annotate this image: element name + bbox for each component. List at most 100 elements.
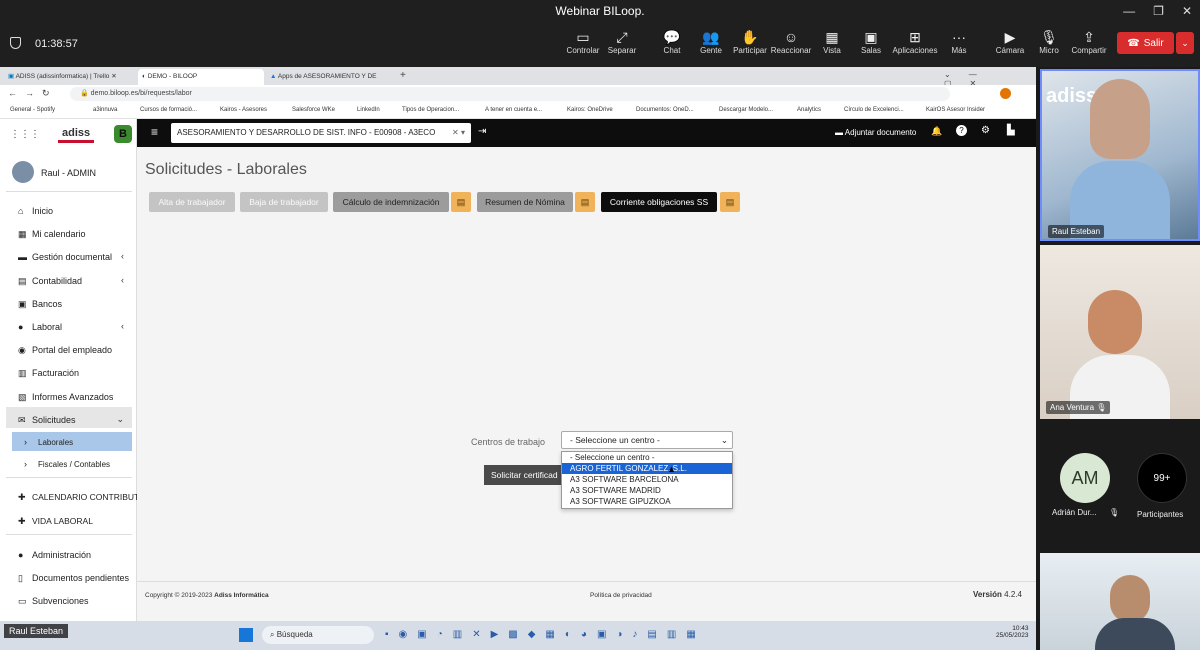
bookmark[interactable]: Kairos: OneDrive	[567, 107, 613, 113]
taskbar-search[interactable]: ⌕ Búsqueda	[262, 626, 374, 644]
sidebar-item-vida-laboral[interactable]: ✚ VIDA LABORAL	[18, 516, 93, 527]
browser-tab-active[interactable]: ◐ DEMO - BILOOP	[138, 69, 264, 85]
presenter-label: Raul Esteban	[4, 624, 69, 638]
sidebar-item-gestion-documental[interactable]: ▬ Gestión documental	[18, 252, 112, 262]
chevron-down-icon: ⌄	[116, 414, 124, 424]
maximize-icon[interactable]: ❐	[1153, 0, 1164, 22]
bookmark[interactable]: Analytics	[797, 107, 821, 113]
attach-document-button[interactable]: ▬ Adjuntar documento	[835, 128, 916, 137]
gear-icon[interactable]: ⚙	[981, 125, 990, 136]
profile-icon[interactable]	[1000, 88, 1011, 99]
bell-icon[interactable]: 🔔	[931, 126, 942, 137]
privacy-link[interactable]: Política de privacidad	[590, 592, 652, 599]
dropdown-option-selected[interactable]: AGRO FERTIL GONZALEZ, S.L.	[562, 463, 732, 474]
building-icon[interactable]: ▙	[1007, 125, 1015, 136]
dropdown-option[interactable]: A3 SOFTWARE MADRID	[562, 485, 732, 496]
version-info: Versión 4.2.4	[973, 590, 1022, 599]
participant-video[interactable]: Ana Ventura 🎙	[1040, 245, 1200, 419]
trello-icon: ▣	[8, 73, 16, 80]
rooms-button[interactable]: ▣ Salas	[846, 28, 896, 55]
sidebar-item-informes[interactable]: ▧ Informes Avanzados	[18, 392, 113, 403]
mouse-cursor-icon: ▲	[667, 464, 676, 474]
dropdown-option[interactable]: A3 SOFTWARE GIPUZKOA	[562, 496, 732, 507]
participant-video[interactable]	[1040, 553, 1200, 650]
sidebar-item-portal-empleado[interactable]: ◉ Portal del empleado	[18, 345, 112, 356]
user-name: Raul - ADMIN	[41, 168, 97, 178]
dropdown-option[interactable]: A3 SOFTWARE BARCELONA	[562, 474, 732, 485]
centros-select[interactable]: - Seleccione un centro - ⌄	[561, 431, 733, 449]
divider	[6, 191, 132, 192]
sidebar-item-bancos[interactable]: ▣ Bancos	[18, 299, 62, 310]
bookmark[interactable]: General - Spotify	[10, 107, 55, 113]
alta-trabajador-button[interactable]: Alta de trabajador	[149, 192, 235, 212]
sidebar-item-fiscales[interactable]: › Fiscales / Contables	[24, 459, 110, 469]
calculo-indemnizacion-button[interactable]: Cálculo de indemnización	[333, 192, 449, 212]
bookmark[interactable]: Cursos de formació...	[140, 107, 197, 113]
company-select[interactable]: ASESORAMIENTO Y DESARROLLO DE SIST. INFO…	[171, 123, 471, 143]
help-icon[interactable]: ?	[956, 125, 967, 136]
close-icon[interactable]: ✕	[1182, 0, 1192, 22]
bookmark[interactable]: LinkedIn	[357, 107, 380, 113]
doc-icon[interactable]: ▤	[451, 192, 471, 212]
browser-tab[interactable]: ▣ ADISS (adissinformatica) | Trello ✕	[4, 69, 136, 85]
footer-divider	[137, 581, 1036, 582]
sidebar-item-calendario-contribut[interactable]: ✚ CALENDARIO CONTRIBUT	[18, 492, 139, 503]
chevron-right-icon: ›	[24, 459, 27, 469]
new-tab-icon[interactable]: +	[400, 70, 406, 81]
plus-icon: ⊞	[909, 29, 921, 45]
participants-count[interactable]: 99+	[1137, 453, 1187, 503]
doc-icon[interactable]: ▤	[575, 192, 595, 212]
sidebar-item-subvenciones[interactable]: ▭ Subvenciones	[18, 596, 89, 607]
inbox-icon: ✉	[18, 415, 26, 425]
bookmark[interactable]: KairOS Asesor Insider	[926, 107, 985, 113]
nav-arrows-icon[interactable]: ←→↻	[8, 88, 58, 99]
bookmark[interactable]: Documentos: OneD...	[636, 107, 694, 113]
sidebar-item-facturacion[interactable]: ▥ Facturación	[18, 368, 79, 379]
sidebar-item-contabilidad[interactable]: ▤ Contabilidad	[18, 276, 82, 287]
bookmark[interactable]: Salesforce WKe	[292, 107, 335, 113]
report-icon: ▧	[18, 392, 27, 402]
participant-video[interactable]: adiss Raul Esteban	[1040, 69, 1200, 241]
browser-tab[interactable]: ▲ Apps de ASESORAMIENTO Y DE	[266, 69, 394, 85]
leave-button[interactable]: ☎ Salir	[1117, 32, 1174, 54]
windows-start-icon[interactable]	[239, 628, 253, 642]
sidebar-item-inicio[interactable]: ⌂ Inicio	[18, 206, 53, 216]
apps-grid-icon[interactable]: ⋮⋮⋮	[10, 129, 40, 140]
minimize-icon[interactable]: —	[1123, 0, 1135, 22]
bookmark[interactable]: A tener en cuenta e...	[485, 107, 542, 113]
logout-icon[interactable]: ⇥	[478, 126, 486, 137]
participant-avatar[interactable]: AM	[1060, 453, 1110, 503]
baja-trabajador-button[interactable]: Baja de trabajador	[240, 192, 328, 212]
resumen-nomina-button[interactable]: Resumen de Nómina	[477, 192, 573, 212]
doc-icon[interactable]: ▤	[720, 192, 740, 212]
share-button[interactable]: ⇪ Compartir	[1064, 28, 1114, 55]
detach-icon: ⤢	[616, 29, 628, 45]
calendar-icon: ▦	[18, 229, 27, 239]
bookmark[interactable]: Descargar Modelo...	[719, 107, 773, 113]
sidebar-item-calendario[interactable]: ▦ Mi calendario	[18, 229, 86, 240]
more-button[interactable]: ··· Más	[934, 28, 984, 55]
sidebar-item-solicitudes[interactable]: ✉ Solicitudes	[18, 415, 76, 426]
mic-icon: 🎙	[1109, 508, 1120, 517]
url-input[interactable]: 🔒 demo.biloop.es/bi/requests/labor	[70, 87, 950, 101]
detach-button[interactable]: ⤢ Separar	[597, 28, 647, 55]
bookmark[interactable]: a3innuva	[93, 107, 117, 113]
doc-icon: ▯	[18, 573, 23, 583]
participants-panel: adiss Raul Esteban Ana Ventura 🎙 AM Adri…	[1036, 67, 1200, 650]
dropdown-option[interactable]: - Seleccione un centro -	[562, 452, 732, 463]
corriente-obligaciones-button[interactable]: Corriente obligaciones SS	[601, 192, 717, 212]
taskbar-apps[interactable]: ▪◉▣◔▥✕▶▩◆▦◐◕▣◑♪▤▥▦	[385, 629, 706, 640]
sidebar-item-laborales[interactable]: › Laborales	[24, 437, 73, 447]
bookmark[interactable]: Círculo de Excelenci...	[844, 107, 904, 113]
leave-options-button[interactable]: ⌄	[1176, 32, 1194, 54]
sidebar-item-laboral[interactable]: ● Laboral	[18, 322, 62, 332]
apps-button[interactable]: ⊞ Aplicaciones	[890, 28, 940, 55]
sidebar-item-documentos-pendientes[interactable]: ▯ Documentos pendientes	[18, 573, 129, 584]
bookmark[interactable]: Kairos - Asesores	[220, 107, 267, 113]
sidebar-item-administracion[interactable]: ● Administración	[18, 550, 91, 560]
shared-screen: ▣ ADISS (adissinformatica) | Trello ✕ ◐ …	[0, 67, 1036, 650]
bookmark[interactable]: Tipos de Operacion...	[402, 107, 459, 113]
hamburger-icon[interactable]: ≡	[151, 125, 158, 139]
clear-icon[interactable]: ✕ ▾	[452, 123, 465, 143]
share-icon: ⇪	[1083, 29, 1095, 45]
